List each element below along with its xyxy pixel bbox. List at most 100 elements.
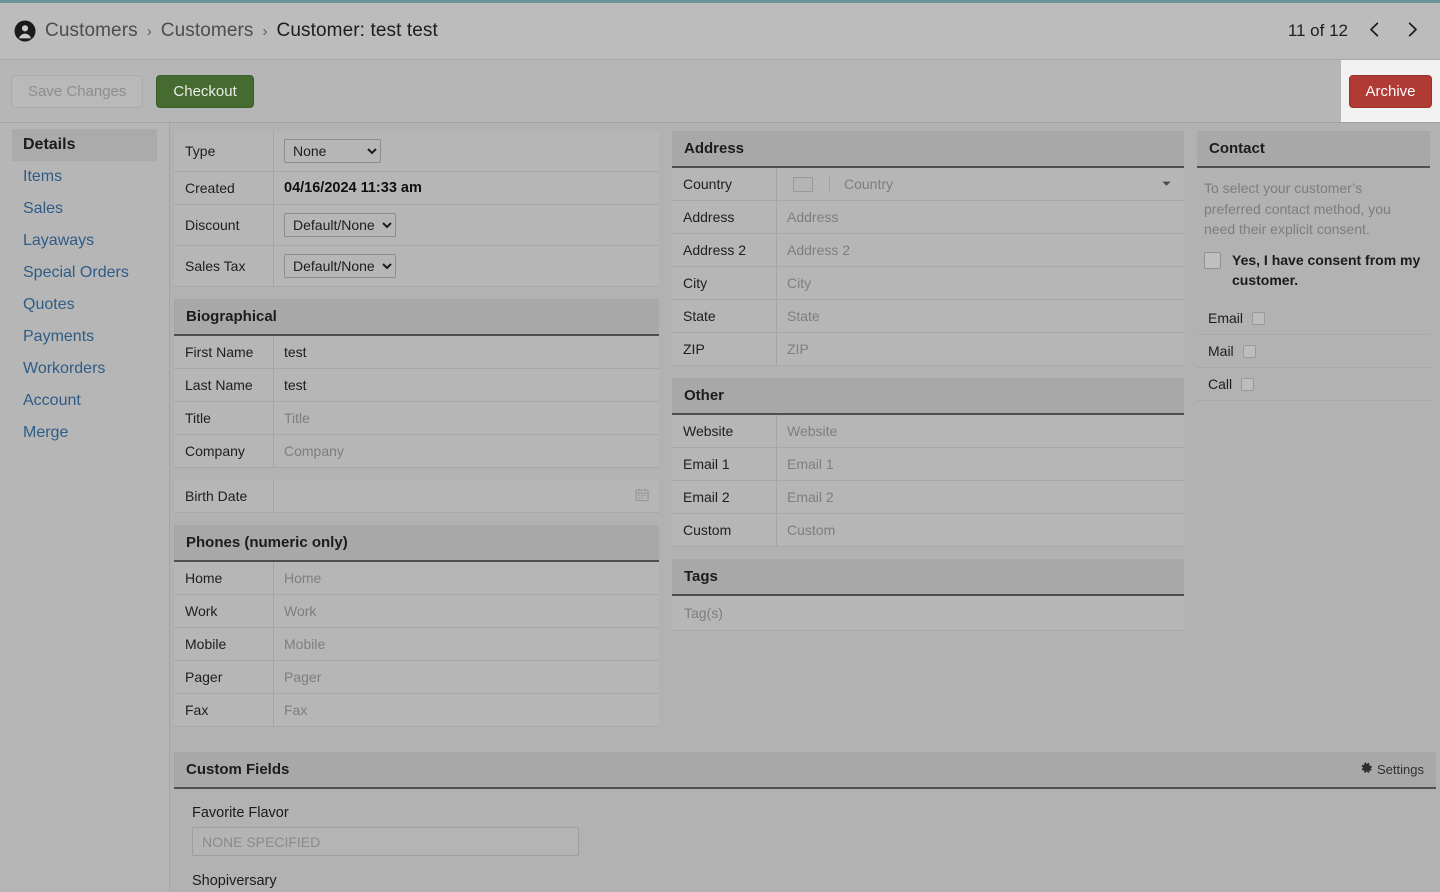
tags-input[interactable]: Tag(s) (672, 596, 1184, 631)
row-email-1: Email 1 Email 1 (672, 448, 1184, 481)
breadcrumb-item-0[interactable]: Customers (45, 20, 138, 42)
row-value-custom[interactable]: Custom (777, 514, 1184, 546)
contact-method-mail-checkbox[interactable] (1242, 344, 1256, 358)
row-title: Title Title (174, 402, 659, 435)
row-value-phone-mobile[interactable]: Mobile (274, 628, 659, 660)
row-value-type: None (274, 131, 659, 171)
phone-home-placeholder: Home (284, 570, 322, 586)
details-content: Type None Created 04/16/2024 11:33 am Di… (170, 123, 1440, 891)
email-2-placeholder: Email 2 (787, 489, 834, 505)
row-value-last-name[interactable]: test (274, 369, 659, 401)
address-title: Address (684, 140, 745, 157)
row-value-city[interactable]: City (777, 267, 1184, 299)
row-discount: Discount Default/None (174, 205, 659, 246)
address-2-placeholder: Address 2 (787, 242, 851, 258)
sidebar-item-items[interactable]: Items (12, 161, 157, 193)
sidebar-item-quotes[interactable]: Quotes (12, 289, 157, 321)
row-value-first-name[interactable]: test (274, 336, 659, 368)
row-value-country[interactable]: Country (777, 168, 1184, 200)
row-value-birth-date[interactable] (274, 480, 659, 512)
row-website: Website Website (672, 415, 1184, 448)
row-phone-pager: Pager Pager (174, 661, 659, 694)
row-value-company[interactable]: Company (274, 435, 659, 467)
discount-select[interactable]: Default/None (284, 213, 396, 237)
country-placeholder: Country (844, 176, 894, 192)
row-phone-mobile: Mobile Mobile (174, 628, 659, 661)
details-columns: Type None Created 04/16/2024 11:33 am Di… (170, 131, 1440, 739)
row-value-email-1[interactable]: Email 1 (777, 448, 1184, 480)
row-value-created: 04/16/2024 11:33 am (274, 172, 659, 204)
row-label-birth-date: Birth Date (174, 480, 274, 512)
contact-panel: Contact To select your customer’s prefer… (1197, 131, 1430, 402)
row-value-title[interactable]: Title (274, 402, 659, 434)
row-value-email-2[interactable]: Email 2 (777, 481, 1184, 513)
chevron-left-icon (1365, 20, 1384, 42)
row-value-website[interactable]: Website (777, 415, 1184, 447)
calendar-icon[interactable] (635, 488, 649, 505)
column-right: Contact To select your customer’s prefer… (1197, 131, 1430, 739)
custom-fields-title: Custom Fields (186, 761, 290, 778)
row-value-phone-pager[interactable]: Pager (274, 661, 659, 693)
contact-method-call[interactable]: Call (1197, 368, 1430, 402)
sidebar-item-special-orders[interactable]: Special Orders (12, 257, 157, 289)
row-custom: Custom Custom (672, 514, 1184, 547)
website-placeholder: Website (787, 423, 838, 439)
row-label-first-name: First Name (174, 336, 274, 368)
save-changes-button[interactable]: Save Changes (11, 74, 144, 108)
archive-button[interactable]: Archive (1349, 74, 1432, 108)
contact-method-call-label: Call (1208, 376, 1233, 393)
row-value-phone-fax[interactable]: Fax (274, 694, 659, 726)
row-state: State State (672, 300, 1184, 333)
row-label-city: City (672, 267, 777, 299)
row-label-country: Country (672, 168, 777, 200)
address-panel: Address Country Country Address Address … (672, 131, 1184, 366)
action-toolbar: Save Changes Checkout Archive (0, 60, 1440, 123)
phone-work-placeholder: Work (284, 603, 317, 619)
sidebar-item-layaways[interactable]: Layaways (12, 225, 157, 257)
customer-details-page: Customers › Customers › Customer: test t… (0, 0, 1440, 892)
contact-title: Contact (1209, 140, 1265, 157)
consent-row[interactable]: Yes, I have consent from my customer. (1197, 248, 1430, 302)
address-placeholder: Address (787, 209, 839, 225)
contact-method-email-checkbox[interactable] (1252, 311, 1266, 325)
row-value-zip[interactable]: ZIP (777, 333, 1184, 365)
sidebar-item-account[interactable]: Account (12, 385, 157, 417)
customer-avatar-icon (14, 20, 36, 42)
sidebar-item-workorders[interactable]: Workorders (12, 353, 157, 385)
sidebar-item-payments[interactable]: Payments (12, 321, 157, 353)
row-value-address-2[interactable]: Address 2 (777, 234, 1184, 266)
row-label-phone-home: Home (174, 562, 274, 594)
contact-method-email[interactable]: Email (1197, 302, 1430, 336)
prev-record-button[interactable] (1362, 18, 1386, 44)
contact-header: Contact (1197, 131, 1430, 168)
type-select[interactable]: None (284, 139, 381, 163)
record-pager: 11 of 12 (1288, 18, 1424, 44)
row-value-phone-work[interactable]: Work (274, 595, 659, 627)
contact-method-call-checkbox[interactable] (1241, 377, 1255, 391)
row-label-email-1: Email 1 (672, 448, 777, 480)
sales-tax-select[interactable]: Default/None (284, 254, 396, 278)
row-label-created: Created (174, 172, 274, 204)
state-placeholder: State (787, 308, 820, 324)
biographical-title: Biographical (186, 308, 277, 325)
sidebar-item-merge[interactable]: Merge (12, 417, 157, 449)
row-company: Company Company (174, 435, 659, 468)
sidebar-item-sales[interactable]: Sales (12, 193, 157, 225)
consent-checkbox[interactable] (1204, 252, 1221, 270)
custom-fields-body: Favorite Flavor NONE SPECIFIED Shopivers… (174, 789, 1436, 892)
caret-down-icon[interactable] (1161, 176, 1172, 192)
biographical-panel: Biographical First Name test Last Name t… (174, 299, 659, 468)
row-value-address[interactable]: Address (777, 201, 1184, 233)
row-value-phone-home[interactable]: Home (274, 562, 659, 594)
custom-fields-settings-link[interactable]: Settings (1360, 762, 1424, 778)
row-first-name: First Name test (174, 336, 659, 369)
breadcrumb-item-1[interactable]: Customers (161, 20, 254, 42)
contact-method-mail[interactable]: Mail (1197, 335, 1430, 369)
checkout-button[interactable]: Checkout (156, 74, 254, 108)
sidebar-item-details[interactable]: Details (12, 129, 157, 161)
next-record-button[interactable] (1400, 18, 1424, 44)
chevron-right-icon (1403, 20, 1422, 42)
custom-field-input-favorite-flavor[interactable]: NONE SPECIFIED (192, 827, 579, 856)
row-value-state[interactable]: State (777, 300, 1184, 332)
tags-header: Tags (672, 559, 1184, 596)
